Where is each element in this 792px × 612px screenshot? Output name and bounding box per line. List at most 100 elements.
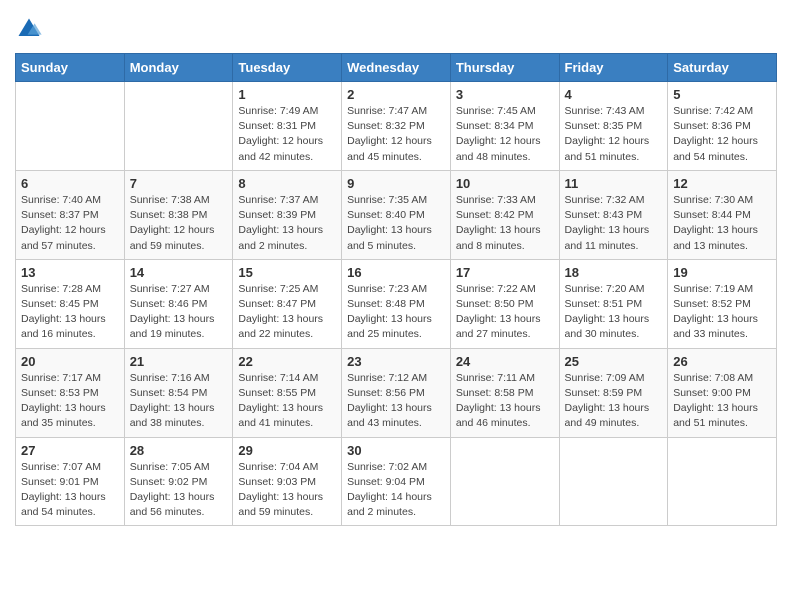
- calendar-day-cell: 4 Sunrise: 7:43 AMSunset: 8:35 PMDaylight…: [559, 82, 668, 171]
- calendar-day-cell: 19Sunrise: 7:19 AMSunset: 8:52 PMDayligh…: [668, 259, 777, 348]
- calendar-day-cell: 12 Sunrise: 7:30 AMSunset: 8:44 PMDayligh…: [668, 170, 777, 259]
- calendar-table: SundayMondayTuesdayWednesdayThursdayFrid…: [15, 53, 777, 526]
- day-number: 9: [347, 176, 445, 191]
- day-info: Sunrise: 7:20 AMSunset: 8:51 PMDaylight:…: [565, 282, 663, 343]
- calendar-body: 1 Sunrise: 7:49 AMSunset: 8:31 PMDaylight…: [16, 82, 777, 526]
- day-number: 23: [347, 354, 445, 369]
- calendar-day-cell: 27 Sunrise: 7:07 AMSunset: 9:01 PMDayligh…: [16, 437, 125, 526]
- day-info: Sunrise: 7:35 AMSunset: 8:40 PMDaylight:…: [347, 193, 445, 254]
- day-number: 21: [130, 354, 228, 369]
- calendar-day-cell: 2Sunrise: 7:47 AMSunset: 8:32 PMDaylight…: [342, 82, 451, 171]
- day-number: 20: [21, 354, 119, 369]
- calendar-day-cell: 11 Sunrise: 7:32 AMSunset: 8:43 PMDayligh…: [559, 170, 668, 259]
- calendar-day-cell: 24 Sunrise: 7:11 AMSunset: 8:58 PMDayligh…: [450, 348, 559, 437]
- day-info: Sunrise: 7:23 AMSunset: 8:48 PMDaylight:…: [347, 282, 445, 343]
- calendar-day-cell: 25 Sunrise: 7:09 AMSunset: 8:59 PMDayligh…: [559, 348, 668, 437]
- calendar-day-cell: 16Sunrise: 7:23 AMSunset: 8:48 PMDayligh…: [342, 259, 451, 348]
- day-number: 22: [238, 354, 336, 369]
- day-info: Sunrise: 7:37 AMSunset: 8:39 PMDaylight:…: [238, 193, 336, 254]
- day-info: Sunrise: 7:43 AMSunset: 8:35 PMDaylight:…: [565, 104, 663, 165]
- day-number: 7: [130, 176, 228, 191]
- calendar-week-row: 6 Sunrise: 7:40 AMSunset: 8:37 PMDaylight…: [16, 170, 777, 259]
- calendar-day-cell: 13 Sunrise: 7:28 AMSunset: 8:45 PMDayligh…: [16, 259, 125, 348]
- calendar-day-cell: 1 Sunrise: 7:49 AMSunset: 8:31 PMDaylight…: [233, 82, 342, 171]
- calendar-day-cell: [16, 82, 125, 171]
- calendar-day-cell: 15Sunrise: 7:25 AMSunset: 8:47 PMDayligh…: [233, 259, 342, 348]
- day-info: Sunrise: 7:05 AMSunset: 9:02 PMDaylight:…: [130, 460, 228, 521]
- day-info: Sunrise: 7:32 AMSunset: 8:43 PMDaylight:…: [565, 193, 663, 254]
- day-number: 17: [456, 265, 554, 280]
- day-info: Sunrise: 7:42 AMSunset: 8:36 PMDaylight:…: [673, 104, 771, 165]
- day-info: Sunrise: 7:27 AMSunset: 8:46 PMDaylight:…: [130, 282, 228, 343]
- day-info: Sunrise: 7:08 AMSunset: 9:00 PMDaylight:…: [673, 371, 771, 432]
- calendar-week-row: 1 Sunrise: 7:49 AMSunset: 8:31 PMDaylight…: [16, 82, 777, 171]
- day-number: 13: [21, 265, 119, 280]
- calendar-week-row: 13 Sunrise: 7:28 AMSunset: 8:45 PMDayligh…: [16, 259, 777, 348]
- day-info: Sunrise: 7:40 AMSunset: 8:37 PMDaylight:…: [21, 193, 119, 254]
- calendar-day-cell: [668, 437, 777, 526]
- calendar-day-cell: 6 Sunrise: 7:40 AMSunset: 8:37 PMDaylight…: [16, 170, 125, 259]
- day-number: 25: [565, 354, 663, 369]
- day-number: 6: [21, 176, 119, 191]
- day-number: 27: [21, 443, 119, 458]
- day-info: Sunrise: 7:33 AMSunset: 8:42 PMDaylight:…: [456, 193, 554, 254]
- calendar-day-cell: 3 Sunrise: 7:45 AMSunset: 8:34 PMDaylight…: [450, 82, 559, 171]
- day-number: 1: [238, 87, 336, 102]
- weekday-header-cell: Sunday: [16, 54, 125, 82]
- day-info: Sunrise: 7:38 AMSunset: 8:38 PMDaylight:…: [130, 193, 228, 254]
- day-info: Sunrise: 7:02 AMSunset: 9:04 PMDaylight:…: [347, 460, 445, 521]
- day-number: 11: [565, 176, 663, 191]
- calendar-day-cell: 5 Sunrise: 7:42 AMSunset: 8:36 PMDaylight…: [668, 82, 777, 171]
- day-info: Sunrise: 7:16 AMSunset: 8:54 PMDaylight:…: [130, 371, 228, 432]
- calendar-week-row: 27 Sunrise: 7:07 AMSunset: 9:01 PMDayligh…: [16, 437, 777, 526]
- day-number: 29: [238, 443, 336, 458]
- calendar-week-row: 20 Sunrise: 7:17 AMSunset: 8:53 PMDayligh…: [16, 348, 777, 437]
- day-number: 24: [456, 354, 554, 369]
- logo-icon: [15, 15, 43, 43]
- logo: [15, 15, 45, 43]
- day-number: 10: [456, 176, 554, 191]
- day-info: Sunrise: 7:19 AMSunset: 8:52 PMDaylight:…: [673, 282, 771, 343]
- calendar-day-cell: 26 Sunrise: 7:08 AMSunset: 9:00 PMDayligh…: [668, 348, 777, 437]
- day-number: 8: [238, 176, 336, 191]
- calendar-day-cell: [559, 437, 668, 526]
- day-info: Sunrise: 7:25 AMSunset: 8:47 PMDaylight:…: [238, 282, 336, 343]
- day-number: 18: [565, 265, 663, 280]
- day-info: Sunrise: 7:07 AMSunset: 9:01 PMDaylight:…: [21, 460, 119, 521]
- calendar-day-cell: 20 Sunrise: 7:17 AMSunset: 8:53 PMDayligh…: [16, 348, 125, 437]
- day-number: 30: [347, 443, 445, 458]
- calendar-day-cell: [450, 437, 559, 526]
- calendar-day-cell: 14 Sunrise: 7:27 AMSunset: 8:46 PMDayligh…: [124, 259, 233, 348]
- calendar-header-row: SundayMondayTuesdayWednesdayThursdayFrid…: [16, 54, 777, 82]
- calendar-day-cell: 18 Sunrise: 7:20 AMSunset: 8:51 PMDayligh…: [559, 259, 668, 348]
- day-info: Sunrise: 7:17 AMSunset: 8:53 PMDaylight:…: [21, 371, 119, 432]
- calendar-day-cell: 8 Sunrise: 7:37 AMSunset: 8:39 PMDaylight…: [233, 170, 342, 259]
- day-info: Sunrise: 7:30 AMSunset: 8:44 PMDaylight:…: [673, 193, 771, 254]
- calendar-day-cell: 30 Sunrise: 7:02 AMSunset: 9:04 PMDayligh…: [342, 437, 451, 526]
- day-info: Sunrise: 7:45 AMSunset: 8:34 PMDaylight:…: [456, 104, 554, 165]
- weekday-header-cell: Monday: [124, 54, 233, 82]
- day-number: 12: [673, 176, 771, 191]
- calendar-day-cell: 17 Sunrise: 7:22 AMSunset: 8:50 PMDayligh…: [450, 259, 559, 348]
- day-number: 26: [673, 354, 771, 369]
- day-info: Sunrise: 7:11 AMSunset: 8:58 PMDaylight:…: [456, 371, 554, 432]
- day-info: Sunrise: 7:09 AMSunset: 8:59 PMDaylight:…: [565, 371, 663, 432]
- calendar-day-cell: 10 Sunrise: 7:33 AMSunset: 8:42 PMDayligh…: [450, 170, 559, 259]
- day-info: Sunrise: 7:49 AMSunset: 8:31 PMDaylight:…: [238, 104, 336, 165]
- weekday-header-cell: Thursday: [450, 54, 559, 82]
- day-number: 5: [673, 87, 771, 102]
- calendar-day-cell: 28Sunrise: 7:05 AMSunset: 9:02 PMDayligh…: [124, 437, 233, 526]
- day-number: 4: [565, 87, 663, 102]
- calendar-day-cell: 29Sunrise: 7:04 AMSunset: 9:03 PMDayligh…: [233, 437, 342, 526]
- day-number: 3: [456, 87, 554, 102]
- day-info: Sunrise: 7:22 AMSunset: 8:50 PMDaylight:…: [456, 282, 554, 343]
- day-number: 14: [130, 265, 228, 280]
- weekday-header-cell: Saturday: [668, 54, 777, 82]
- calendar-day-cell: 9 Sunrise: 7:35 AMSunset: 8:40 PMDaylight…: [342, 170, 451, 259]
- day-info: Sunrise: 7:28 AMSunset: 8:45 PMDaylight:…: [21, 282, 119, 343]
- day-info: Sunrise: 7:14 AMSunset: 8:55 PMDaylight:…: [238, 371, 336, 432]
- calendar-day-cell: 7 Sunrise: 7:38 AMSunset: 8:38 PMDaylight…: [124, 170, 233, 259]
- page-header: [15, 15, 777, 43]
- calendar-day-cell: 21 Sunrise: 7:16 AMSunset: 8:54 PMDayligh…: [124, 348, 233, 437]
- calendar-day-cell: 23Sunrise: 7:12 AMSunset: 8:56 PMDayligh…: [342, 348, 451, 437]
